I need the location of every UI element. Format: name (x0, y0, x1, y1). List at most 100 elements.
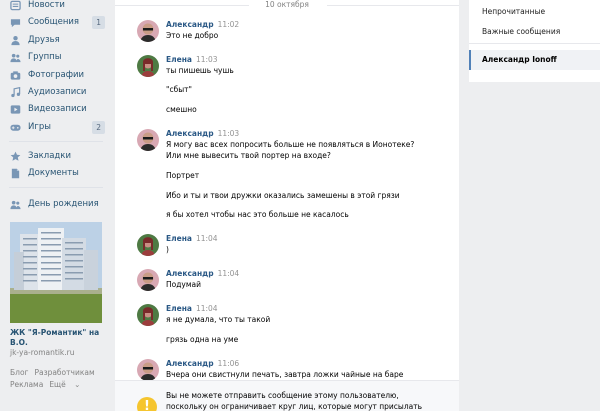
news-icon (9, 0, 21, 11)
cannot-send-warning: ! Вы не можете отправить сообщение этому… (115, 380, 459, 411)
star-icon (9, 150, 21, 162)
groups-icon (9, 51, 21, 63)
building-picture (10, 222, 102, 323)
message-author[interactable]: Александр 11:06 (166, 359, 239, 368)
filter-divider (469, 43, 600, 44)
message-icon (9, 16, 21, 28)
sidebar-item-bookmarks[interactable]: Закладки (9, 148, 105, 164)
avatar-alexander[interactable] (137, 20, 159, 42)
messages-count-badge: 1 (92, 15, 105, 29)
author-name[interactable]: Александр (166, 129, 214, 138)
author-name[interactable]: Елена (166, 55, 192, 64)
sidebar-item-label: Друзья (28, 35, 60, 45)
sidebar-item-video[interactable]: Видеозаписи (9, 101, 105, 117)
message-text: Подумай (166, 280, 201, 289)
sidebar-divider (9, 141, 103, 142)
sidebar-item-messages[interactable]: Сообщения 1 (9, 14, 105, 30)
footer-more-label: Ещё (49, 380, 66, 389)
ad-url[interactable]: jk-ya-romantik.ru (10, 348, 102, 358)
footer-link-more[interactable]: Ещё ⌄ (49, 380, 86, 389)
sidebar-item-label: Сообщения (28, 17, 80, 27)
warning-line: поскольку он ограничивает круг лиц, кото… (166, 402, 423, 411)
sidebar-item-photos[interactable]: Фотографии (9, 67, 105, 83)
sidebar-item-news[interactable]: Новости (9, 0, 105, 13)
sidebar-item-groups[interactable]: Группы (9, 49, 105, 65)
warning-icon: ! (137, 397, 157, 411)
message-author[interactable]: Александр 11:04 (166, 269, 239, 278)
message-text: грязь одна на уме (166, 335, 239, 344)
author-name[interactable]: Александр (166, 359, 214, 368)
left-sidebar: Новости Сообщения 1 Друзья Группы Фотогр… (0, 0, 112, 411)
sidebar-item-games[interactable]: Игры 2 (9, 119, 105, 135)
message-time: 11:02 (217, 20, 240, 29)
ad-image[interactable] (10, 222, 102, 323)
message-author[interactable]: Елена 11:04 (166, 304, 218, 313)
ad-title[interactable]: ЖК "Я-Романтик" на В.О. (10, 328, 102, 348)
avatar-elena[interactable] (137, 234, 159, 256)
author-name[interactable]: Александр (166, 20, 214, 29)
gamepad-icon (9, 121, 21, 133)
camera-icon (9, 69, 21, 81)
filter-active-conversation[interactable]: Александр Ionoff (469, 50, 600, 70)
message-text: Или мне вывесить твой портер на входе? (166, 151, 331, 160)
message-text: ) (166, 245, 169, 254)
message-author[interactable]: Елена 11:04 (166, 234, 218, 243)
sidebar-item-friends[interactable]: Друзья (9, 32, 105, 48)
message-author[interactable]: Александр 11:02 (166, 20, 239, 29)
friends-icon (9, 34, 21, 46)
avatar-elena[interactable] (137, 304, 159, 326)
message-time: 11:06 (217, 359, 240, 368)
footer-link-developers[interactable]: Разработчикам (34, 368, 94, 377)
sidebar-item-label: Фотографии (28, 70, 85, 80)
message-filters: Непрочитанные Важные сообщения Александр… (469, 0, 600, 82)
footer-link-blog[interactable]: Блог (10, 368, 28, 377)
sidebar-item-audio[interactable]: Аудиозаписи (9, 84, 105, 100)
games-count-badge: 2 (92, 120, 105, 134)
birthday-icon (9, 198, 21, 210)
author-name[interactable]: Елена (166, 234, 192, 243)
sidebar-item-documents[interactable]: Документы (9, 165, 105, 181)
sidebar-ad[interactable]: ЖК "Я-Романтик" на В.О. jk-ya-romantik.r… (10, 222, 102, 358)
footer-links: Блог Разработчикам Реклама Ещё ⌄ (10, 367, 110, 391)
message-author[interactable]: Елена 11:03 (166, 55, 218, 64)
message-text: Портрет (166, 171, 200, 180)
warning-text: Вы не можете отправить сообщение этому п… (166, 390, 422, 411)
message-time: 11:03 (195, 55, 218, 64)
sidebar-divider (9, 187, 103, 188)
message-text: я не думала, что ты такой (166, 315, 271, 324)
music-icon (9, 86, 21, 98)
sidebar-item-label: Игры (28, 122, 51, 132)
sidebar-item-label: Закладки (28, 151, 71, 161)
active-conversation-label: Александр Ionoff (482, 55, 557, 64)
filter-important[interactable]: Важные сообщения (482, 27, 560, 36)
author-name[interactable]: Александр (166, 269, 214, 278)
message-time: 11:04 (195, 304, 218, 313)
avatar-alexander[interactable] (137, 269, 159, 291)
sidebar-item-birthday[interactable]: День рождения (9, 196, 105, 212)
message-time: 11:03 (217, 129, 240, 138)
message-text: я бы хотел чтобы нас это больше не касал… (166, 210, 349, 219)
document-icon (9, 167, 21, 179)
message-text: Ибо и ты и твои дружки оказались замешен… (166, 191, 400, 200)
footer-link-ads[interactable]: Реклама (10, 380, 43, 389)
message-text: ты пишешь чушь (166, 66, 234, 75)
avatar-elena[interactable] (137, 55, 159, 77)
avatar-alexander[interactable] (137, 129, 159, 151)
warning-line: Вы не можете отправить сообщение этому п… (166, 391, 399, 400)
chevron-down-icon: ⌄ (74, 380, 81, 389)
message-text: Это не добро (166, 31, 219, 40)
sidebar-item-label: День рождения (28, 199, 99, 209)
message-author[interactable]: Александр 11:03 (166, 129, 239, 138)
message-text: "сбыт" (166, 85, 192, 94)
sidebar-item-label: Группы (28, 52, 62, 62)
message-time: 11:04 (195, 234, 218, 243)
date-label: 10 октября (265, 0, 309, 9)
sidebar-item-label: Аудиозаписи (28, 87, 87, 97)
author-name[interactable]: Елена (166, 304, 192, 313)
filter-unread[interactable]: Непрочитанные (482, 7, 545, 16)
avatar-alexander[interactable] (137, 359, 159, 381)
date-separator: 10 октября (115, 0, 459, 12)
sidebar-item-label: Видеозаписи (28, 104, 87, 114)
chat-panel: 10 октября Александр 11:02 Это не добро Е… (115, 0, 459, 411)
message-time: 11:04 (217, 269, 240, 278)
